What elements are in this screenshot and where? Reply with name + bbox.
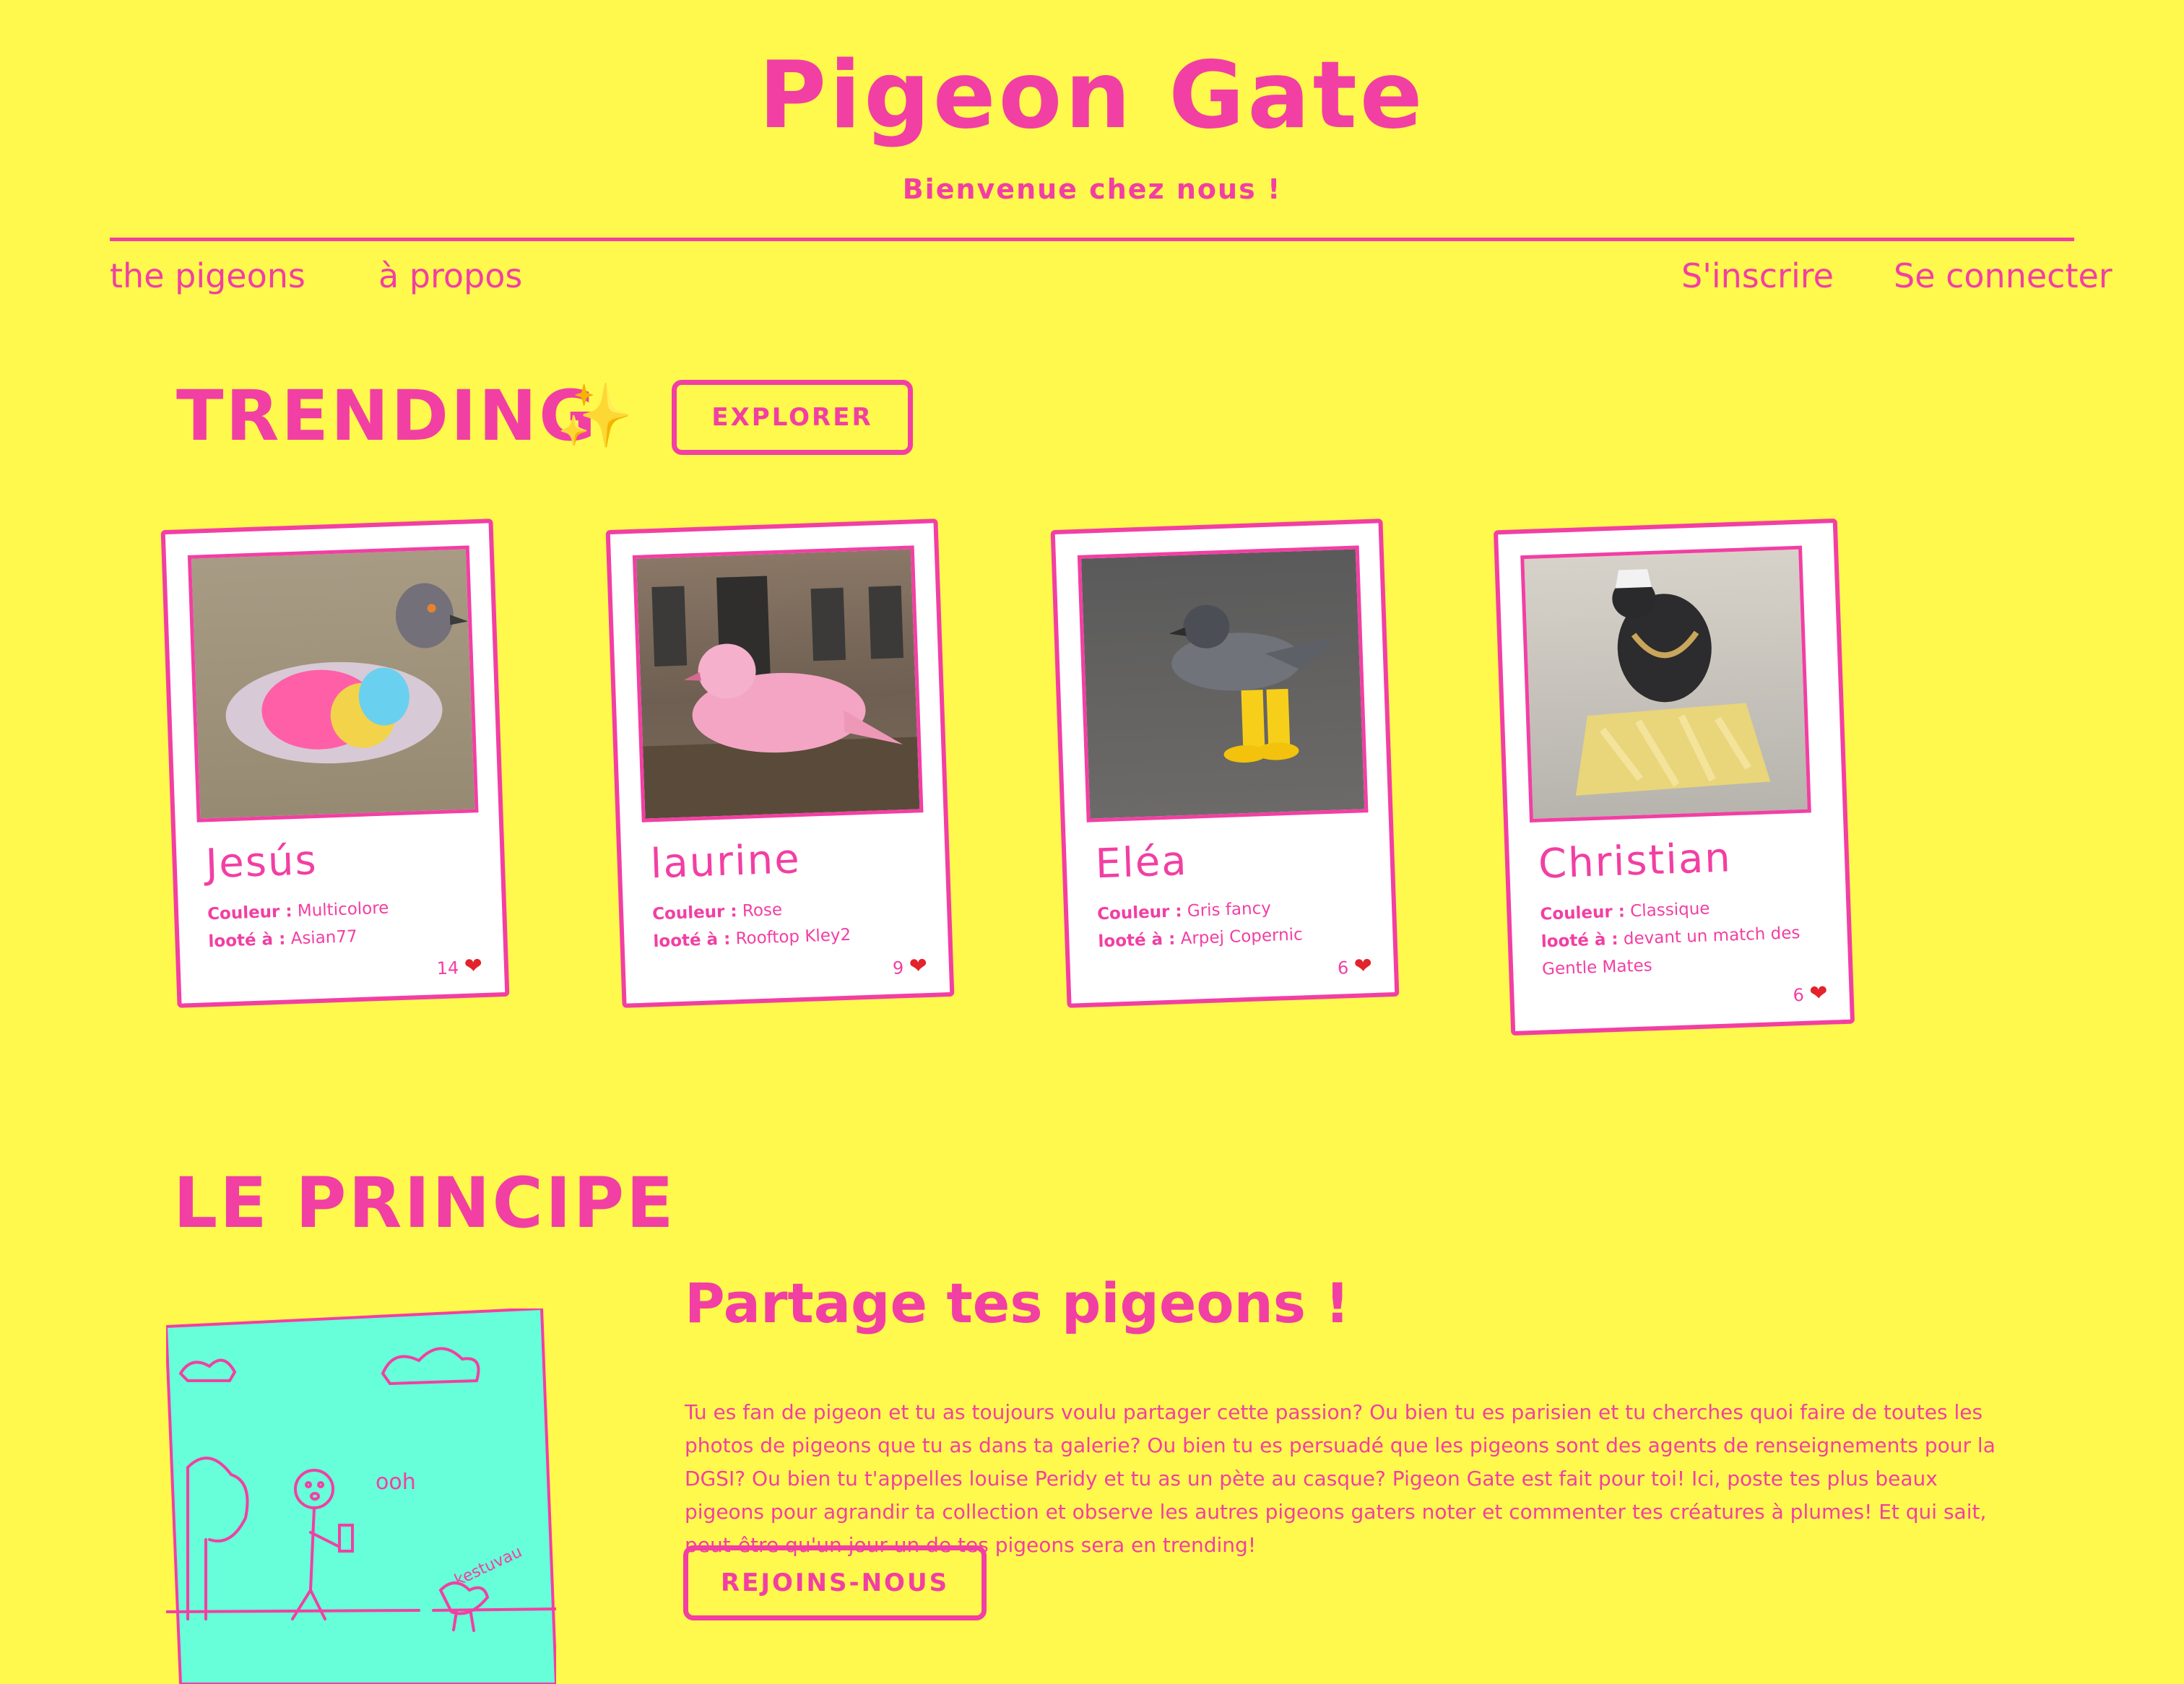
pigeon-photo [1077, 545, 1369, 823]
color-label: Couleur : [651, 902, 738, 924]
looted-label: looté à : [208, 929, 286, 952]
pigeon-illustration [1575, 569, 1771, 796]
color-label: Couleur : [1096, 902, 1183, 924]
color-value: Gris fancy [1187, 898, 1272, 921]
heart-icon[interactable]: ❤ [1353, 953, 1372, 979]
nav-link-pigeons[interactable]: the pigeons [110, 256, 306, 295]
looted-label: looté à : [1540, 929, 1619, 952]
heart-icon[interactable]: ❤ [464, 953, 482, 979]
like-count[interactable]: 6 ❤ [1092, 953, 1372, 989]
pigeon-name: Christian [1537, 834, 1733, 888]
site-title: Pigeon Gate [758, 42, 1426, 149]
likes-value: 6 [1793, 984, 1805, 1006]
pigeon-name: laurine [649, 836, 802, 888]
heart-icon[interactable]: ❤ [909, 953, 927, 979]
pigeon-looted: looté à : devant un match des Gentle Mat… [1540, 919, 1826, 984]
looted-label: looté à : [1098, 929, 1176, 952]
site-subtitle: Bienvenue chez nous ! [902, 173, 1282, 205]
join-button[interactable]: REJOINS-NOUS [683, 1545, 987, 1620]
drawing-text-ooh: ooh [376, 1470, 416, 1495]
principe-subtitle: Partage tes pigeons ! [685, 1271, 1351, 1335]
looted-value: Arpej Copernic [1180, 925, 1304, 949]
pigeon-photo [632, 545, 924, 823]
looted-value: Asian77 [290, 927, 358, 949]
pigeon-card[interactable]: Christian Couleur : Classique looté à : … [1493, 518, 1855, 1036]
pigeon-illustration [643, 576, 920, 819]
like-count[interactable]: 14 ❤ [202, 953, 482, 989]
color-value: Multicolore [297, 898, 389, 921]
trending-title: TRENDING [176, 376, 598, 456]
pigeon-name: Eléa [1094, 837, 1189, 888]
likes-value: 14 [436, 958, 459, 979]
sparkles-icon: ✨ [556, 380, 634, 452]
heart-icon[interactable]: ❤ [1809, 981, 1828, 1007]
nav-link-login[interactable]: Se connecter [1894, 256, 2112, 295]
pigeon-drawing: ooh kestuvau [166, 1308, 556, 1684]
pigeon-illustration [225, 583, 469, 764]
color-label: Couleur : [207, 902, 293, 924]
pigeon-card[interactable]: laurine Couleur : Rose looté à : Rooftop… [605, 518, 955, 1008]
pigeon-photo [1520, 545, 1811, 823]
nav-link-signup[interactable]: S'inscrire [1681, 256, 1834, 295]
looted-label: looté à : [653, 929, 731, 952]
likes-value: 6 [1337, 958, 1349, 978]
likes-value: 9 [892, 958, 904, 978]
looted-value: Rooftop Kley2 [735, 925, 852, 949]
pigeon-photo [187, 545, 479, 823]
color-value: Classique [1629, 899, 1710, 921]
like-count[interactable]: 6 ❤ [1535, 981, 1828, 1016]
header-divider [110, 238, 2074, 241]
pigeon-name: Jesús [204, 836, 318, 888]
principe-description: Tu es fan de pigeon et tu as toujours vo… [685, 1400, 1996, 1557]
nav-link-about[interactable]: à propos [378, 256, 522, 295]
like-count[interactable]: 9 ❤ [647, 953, 927, 989]
color-label: Couleur : [1540, 902, 1626, 924]
color-value: Rose [742, 900, 783, 921]
principe-title: LE PRINCIPE [173, 1163, 676, 1244]
pigeon-card[interactable]: Jesús Couleur : Multicolore looté à : As… [160, 518, 510, 1008]
pigeon-illustration [1169, 604, 1337, 763]
explore-button[interactable]: EXPLORER [672, 380, 913, 455]
pigeon-card[interactable]: Eléa Couleur : Gris fancy looté à : Arpe… [1050, 518, 1400, 1008]
